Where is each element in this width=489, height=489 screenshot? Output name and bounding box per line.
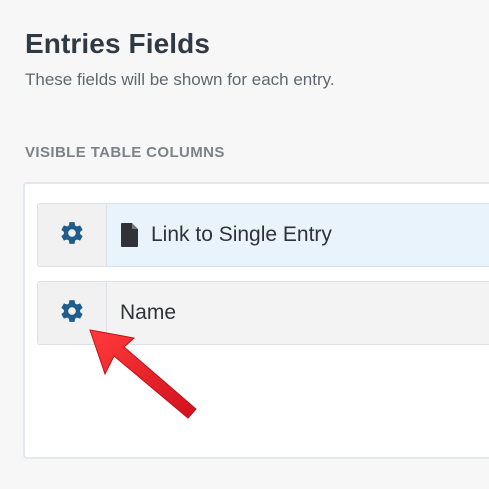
entries-fields-page: Entries Fields These fields will be show… [0, 0, 489, 489]
column-row-name[interactable]: Name [37, 281, 489, 345]
column-settings-button[interactable] [38, 282, 107, 344]
page-title: Entries Fields [25, 28, 211, 59]
page-subtitle: These fields will be shown for each entr… [25, 70, 335, 89]
column-row-body: Link to Single Entry [107, 204, 332, 266]
column-settings-button[interactable] [38, 204, 107, 266]
column-row-link-to-single-entry[interactable]: Link to Single Entry [37, 203, 489, 267]
column-label: Link to Single Entry [151, 223, 332, 246]
gear-icon[interactable] [59, 220, 85, 251]
column-row-body: Name [107, 282, 176, 344]
document-icon [121, 223, 139, 247]
section-label-visible-columns: VISIBLE TABLE COLUMNS [25, 144, 225, 161]
column-label: Name [120, 301, 177, 324]
gear-icon[interactable] [59, 298, 85, 329]
